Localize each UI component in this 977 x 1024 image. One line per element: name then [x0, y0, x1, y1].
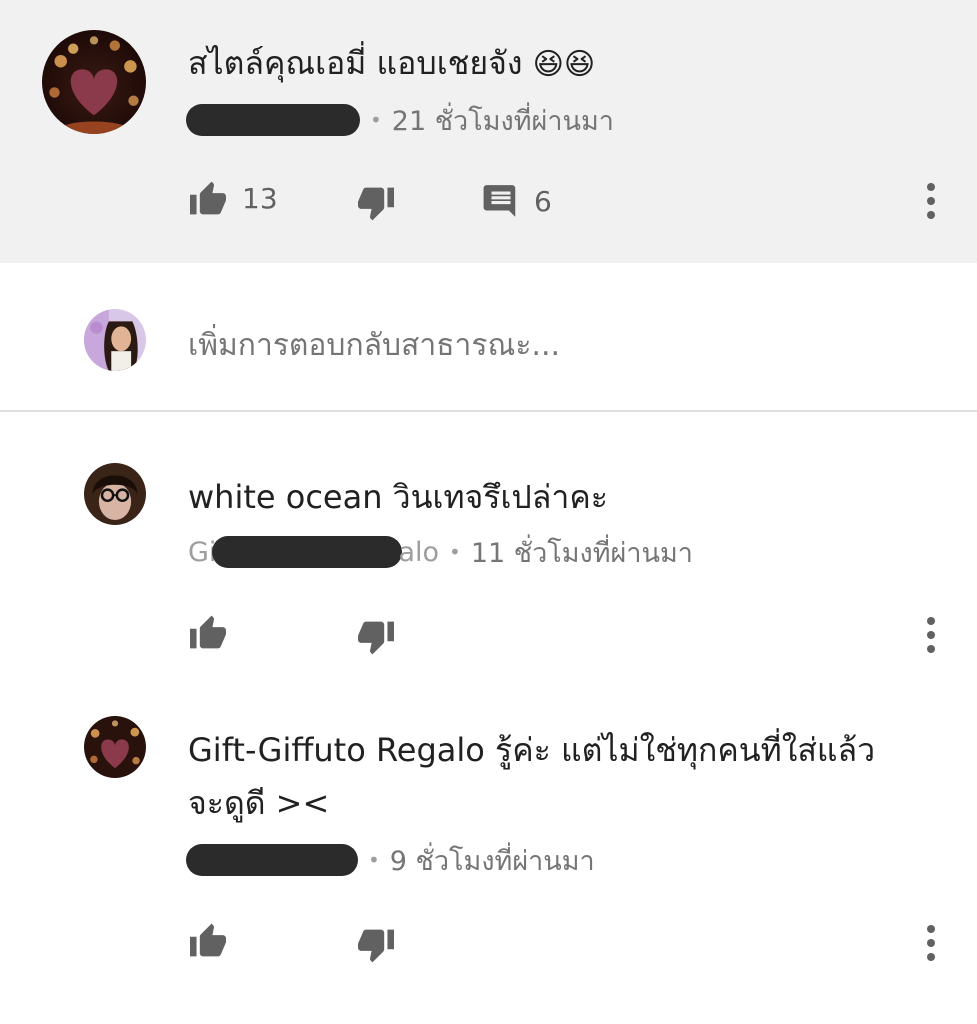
comment-meta: • 21 ชั่วโมงที่ผ่านมา: [186, 103, 614, 137]
avatar[interactable]: [84, 716, 146, 778]
avatar[interactable]: [42, 30, 146, 134]
redacted-author: [186, 104, 360, 136]
reply-input-placeholder: เพิ่มการตอบกลับสาธารณะ...: [188, 328, 561, 363]
comment-body: สไตล์คุณเอมี่ แอบเชยจัง: [188, 44, 523, 82]
thumb-up-icon: [190, 923, 226, 957]
more-vertical-icon[interactable]: [921, 923, 941, 963]
thumb-down-icon: [358, 621, 394, 655]
like-button[interactable]: 13: [188, 180, 278, 216]
author-name-visible: alo: [398, 536, 440, 568]
timestamp: 21 ชั่วโมงที่ผ่านมา: [391, 105, 614, 137]
thumb-up-icon: [190, 615, 226, 649]
like-count: 13: [242, 181, 278, 215]
like-button[interactable]: [188, 922, 228, 958]
reply-count: 6: [534, 184, 552, 218]
reply-button[interactable]: 6: [482, 182, 552, 220]
more-vertical-icon[interactable]: [921, 615, 941, 655]
dislike-button[interactable]: [356, 620, 396, 656]
redacted-author: [186, 844, 358, 876]
thumb-up-icon: [190, 181, 226, 215]
comment-text: สไตล์คุณเอมี่ แอบเชยจัง 😆😆: [188, 38, 595, 90]
comment-text: Gift-Giffuto Regalo รู้ค่ะ แต่ไม่ใช่ทุกค…: [188, 725, 875, 775]
comment-body: Gift-Giffuto Regalo รู้ค่ะ แต่ไม่ใช่ทุกค…: [188, 731, 876, 769]
thumb-down-icon: [358, 929, 394, 963]
comment-body: จะดูดี ><: [188, 784, 330, 822]
timestamp: 9 ชั่วโมงที่ผ่านมา: [389, 845, 595, 877]
thumb-down-icon: [358, 187, 394, 221]
more-vertical-icon[interactable]: [921, 181, 941, 221]
comment-meta: • 9 ชั่วโมงที่ผ่านมา: [186, 843, 595, 877]
divider: [0, 410, 977, 412]
dislike-button[interactable]: [356, 186, 396, 222]
emoji: 😆😆: [532, 47, 596, 82]
separator-dot: •: [368, 848, 380, 872]
redacted-author: [212, 536, 403, 568]
comment-body: white ocean วินเทจรึเปล่าคะ: [188, 478, 608, 516]
timestamp: 11 ชั่วโมงที่ผ่านมา: [470, 537, 693, 569]
separator-dot: •: [449, 540, 461, 564]
user-avatar: [84, 309, 146, 371]
comment-text: จะดูดี ><: [188, 778, 329, 828]
avatar[interactable]: [84, 463, 146, 525]
main-comment: สไตล์คุณเอมี่ แอบเชยจัง 😆😆 • 21 ชั่วโมงท…: [0, 0, 977, 263]
separator-dot: •: [370, 108, 382, 132]
comment-text: white ocean วินเทจรึเปล่าคะ: [188, 472, 608, 522]
reply-input[interactable]: เพิ่มการตอบกลับสาธารณะ...: [188, 322, 560, 369]
comment-meta: Gi alo • 11 ชั่วโมงที่ผ่านมา: [188, 535, 693, 569]
dislike-button[interactable]: [356, 928, 396, 964]
comments-page: สไตล์คุณเอมี่ แอบเชยจัง 😆😆 • 21 ชั่วโมงท…: [0, 0, 977, 1024]
comment-icon: [483, 185, 516, 217]
like-button[interactable]: [188, 614, 228, 650]
